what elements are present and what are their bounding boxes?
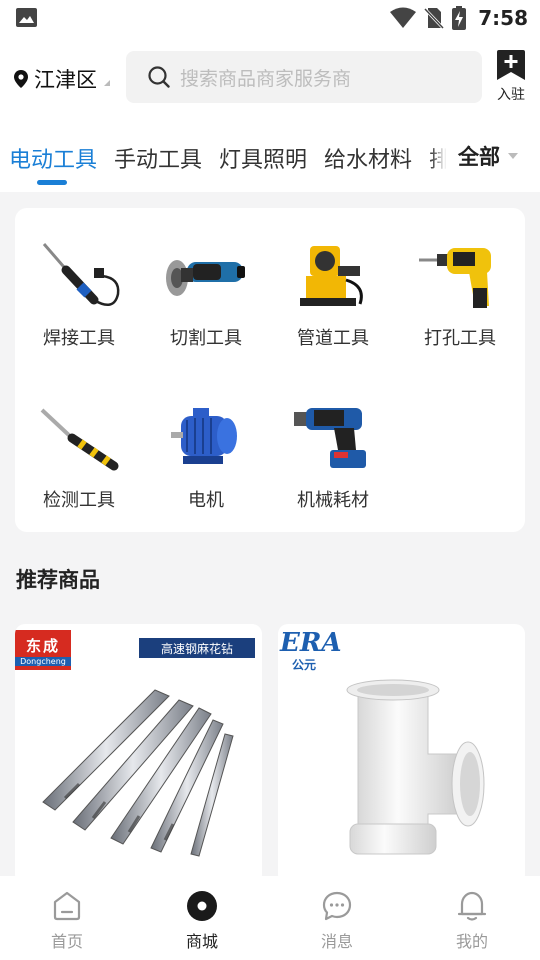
pipe-tee-fitting-image	[346, 679, 485, 855]
tab-water-supply[interactable]: 给水材料	[324, 142, 412, 174]
test-pen-icon	[40, 408, 119, 471]
category-label: 机械耗材	[297, 490, 369, 511]
recommended-title: 推荐商品	[16, 568, 100, 592]
category-label: 焊接工具	[43, 328, 115, 349]
subcategory-grid: 焊接工具 切割工具 管道工具 打孔工具 检测工具 电机 机械耗材	[15, 208, 525, 532]
product-tag: 高速钢麻花钻	[139, 638, 255, 658]
category-piping[interactable]: 管道工具	[269, 238, 397, 350]
header: 江津区 搜索商品商家服务商 入驻	[0, 36, 540, 120]
chevron-down-icon	[508, 153, 518, 159]
brand-logo-dongcheng: 东成 Dongcheng	[15, 630, 71, 670]
search-placeholder: 搜索商品商家服务商	[180, 67, 352, 90]
angle-grinder-icon	[166, 260, 245, 296]
category-testing[interactable]: 检测工具	[15, 400, 143, 512]
active-tab-indicator	[37, 180, 67, 185]
profile-icon	[457, 891, 487, 921]
category-drilling[interactable]: 打孔工具	[396, 238, 524, 350]
category-cutting[interactable]: 切割工具	[142, 238, 270, 350]
location-dropdown-indicator	[104, 80, 110, 86]
mall-icon	[187, 891, 217, 921]
location-label: 江津区	[34, 68, 97, 92]
status-bar: 7:58	[0, 0, 540, 36]
tab-lighting[interactable]: 灯具照明	[219, 142, 307, 174]
tab-all-label: 全部	[458, 145, 500, 169]
nav-label: 商城	[185, 932, 218, 951]
nav-label: 我的	[455, 932, 488, 951]
soldering-iron-icon	[42, 243, 120, 307]
image-icon	[16, 8, 37, 27]
category-tabs: 电动工具 手动工具 灯具照明 给水材料 排 全部	[0, 120, 540, 192]
merchant-join-button[interactable]: 入驻	[492, 50, 530, 104]
clock: 7:58	[478, 6, 528, 30]
search-icon	[148, 66, 170, 88]
location-pin-icon	[14, 70, 28, 88]
category-consumables[interactable]: 机械耗材	[269, 400, 397, 512]
brand-name-en: ERA	[280, 628, 342, 658]
category-label: 切割工具	[170, 328, 242, 349]
product-card[interactable]: 东成 Dongcheng 高速钢麻花钻	[15, 624, 262, 884]
category-label: 检测工具	[43, 490, 115, 511]
bookmark-plus-icon	[497, 50, 525, 80]
pipe-cutter-icon	[300, 246, 363, 306]
electric-motor-icon	[171, 408, 237, 464]
battery-charging-icon	[452, 6, 467, 30]
category-label: 电机	[188, 490, 224, 511]
brand-name-en: Dongcheng	[15, 656, 71, 666]
nav-label: 消息	[320, 932, 353, 951]
nav-mall[interactable]: 商城	[157, 890, 247, 952]
bottom-navigation: 首页 商城 消息 我的	[0, 876, 540, 960]
home-icon	[53, 891, 81, 921]
category-welding[interactable]: 焊接工具	[15, 238, 143, 350]
no-sim-icon	[424, 7, 445, 29]
product-card[interactable]: ERA 公元	[278, 624, 525, 884]
brand-logo-era: ERA 公元	[280, 630, 342, 673]
tab-all-button[interactable]: 全部	[446, 120, 540, 192]
drill-bits-image	[42, 689, 234, 857]
drill-icon	[419, 248, 491, 308]
tab-hand-tools[interactable]: 手动工具	[114, 142, 202, 174]
message-icon	[322, 891, 352, 921]
wifi-icon	[390, 7, 417, 28]
category-label: 打孔工具	[424, 328, 496, 349]
category-motor[interactable]: 电机	[142, 400, 270, 512]
tab-power-tools[interactable]: 电动工具	[9, 142, 97, 174]
nav-home[interactable]: 首页	[22, 890, 112, 952]
brand-name-cn: 东成	[25, 636, 60, 655]
nav-label: 首页	[50, 932, 83, 951]
merchant-join-label: 入驻	[497, 87, 525, 103]
nav-messages[interactable]: 消息	[292, 890, 382, 952]
search-input[interactable]: 搜索商品商家服务商	[126, 51, 482, 103]
brand-name-cn: 公元	[292, 658, 317, 672]
category-label: 管道工具	[297, 328, 369, 349]
location-selector[interactable]: 江津区	[14, 64, 97, 94]
nav-profile[interactable]: 我的	[427, 890, 517, 952]
hammer-drill-icon	[294, 408, 366, 468]
